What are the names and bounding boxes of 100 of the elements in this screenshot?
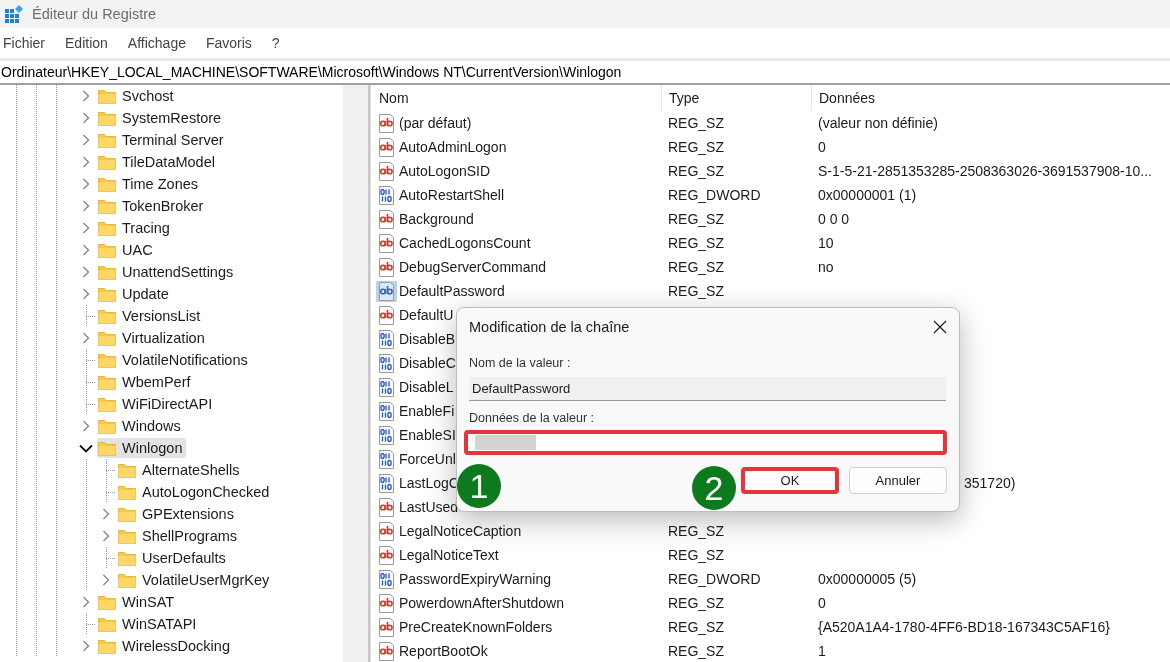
menu-item[interactable]: Edition	[65, 35, 108, 51]
chevron-right-icon[interactable]	[82, 288, 90, 300]
chevron-right-icon[interactable]	[82, 640, 90, 652]
value-name[interactable]: ReportBootOk	[399, 643, 488, 659]
value-name[interactable]: PasswordExpiryWarning	[399, 571, 551, 587]
tree-item[interactable]: ShellPrograms	[117, 526, 242, 546]
chevron-right-icon[interactable]	[82, 596, 90, 608]
tree-item[interactable]: Terminal Server	[97, 130, 228, 150]
chevron-right-icon[interactable]	[102, 574, 110, 586]
tree-item[interactable]: AutoLogonChecked	[117, 482, 274, 502]
menu-item[interactable]: ?	[271, 35, 280, 51]
scrollbar[interactable]	[343, 85, 370, 662]
tree-item[interactable]: VolatileUserMgrKey	[117, 570, 274, 590]
column-header[interactable]: Type	[661, 85, 811, 111]
value-name[interactable]: DisableC	[399, 355, 456, 371]
value-type: REG_SZ	[668, 283, 724, 299]
chevron-right-icon[interactable]	[82, 178, 90, 190]
tree-item[interactable]: UserDefaults	[117, 548, 230, 568]
value-data-field[interactable]	[464, 430, 947, 455]
tree-item[interactable]: WinSATAPI	[97, 614, 201, 634]
folder-icon	[98, 638, 116, 654]
value-name[interactable]: DisableL	[399, 379, 454, 395]
value-type: REG_SZ	[668, 211, 724, 227]
chevron-right-icon[interactable]	[82, 134, 90, 146]
tree-item[interactable]: GPExtensions	[117, 504, 238, 524]
chevron-right-icon[interactable]	[82, 90, 90, 102]
tree-item[interactable]: WirelessDocking	[97, 636, 234, 656]
value-name[interactable]: PowerdownAfterShutdown	[399, 595, 564, 611]
chevron-right-icon[interactable]	[82, 244, 90, 256]
value-name[interactable]: Background	[399, 211, 474, 227]
value-data: 10	[818, 235, 834, 251]
window-title: Éditeur du Registre	[32, 6, 157, 22]
tree-item[interactable]: Svchost	[97, 86, 178, 106]
value-name[interactable]: ForceUnl	[399, 451, 456, 467]
value-name[interactable]: PreCreateKnownFolders	[399, 619, 553, 635]
tree-item[interactable]: AlternateShells	[117, 460, 244, 480]
tree-item[interactable]: WbemPerf	[97, 372, 195, 392]
tree-item[interactable]: WiFiDirectAPI	[97, 394, 217, 414]
column-header[interactable]: Nom	[371, 85, 661, 111]
value-type: REG_DWORD	[668, 187, 761, 203]
chevron-right-icon[interactable]	[102, 508, 110, 520]
folder-icon	[98, 374, 116, 390]
tree-item[interactable]: Virtualization	[97, 328, 209, 348]
folder-icon	[98, 352, 116, 368]
value-type: REG_SZ	[668, 643, 724, 659]
close-icon[interactable]	[933, 320, 947, 334]
value-name[interactable]: DefaultU	[399, 307, 454, 323]
tree-item[interactable]: VersionsList	[97, 306, 205, 326]
value-name[interactable]: EnableSI	[399, 427, 456, 443]
tree-item[interactable]: Winlogon	[97, 438, 187, 458]
folder-icon	[98, 176, 116, 192]
value-name[interactable]: LegalNoticeText	[399, 547, 499, 563]
value-name[interactable]: DebugServerCommand	[399, 259, 547, 275]
value-name[interactable]: (par défaut)	[399, 115, 472, 131]
value-name-field[interactable]: DefaultPassword	[469, 377, 946, 401]
value-name[interactable]: CachedLogonsCount	[399, 235, 531, 251]
value-name[interactable]: EnableFi	[399, 403, 455, 419]
tree-item[interactable]: Update	[97, 284, 173, 304]
value-name[interactable]: DisableB	[399, 331, 456, 347]
value-name[interactable]: LastLogC	[399, 475, 459, 491]
menu-item[interactable]: Affichage	[127, 35, 186, 51]
value-name[interactable]: DefaultPassword	[399, 283, 505, 299]
tree-item[interactable]: UnattendSettings	[97, 262, 238, 282]
folder-icon	[98, 308, 116, 324]
value-name[interactable]: LastUsed	[399, 499, 459, 515]
dialog-title: Modification de la chaîne	[469, 319, 630, 335]
value-type: REG_SZ	[668, 595, 724, 611]
chevron-right-icon[interactable]	[82, 200, 90, 212]
tree-item[interactable]: Time Zones	[97, 174, 202, 194]
column-header[interactable]: Données	[811, 85, 1170, 111]
value-data: 0x00000005 (5)	[818, 571, 917, 587]
menu-item[interactable]: Favoris	[205, 35, 252, 51]
chevron-right-icon[interactable]	[82, 420, 90, 432]
value-name[interactable]: AutoRestartShell	[399, 187, 505, 203]
tree-item[interactable]: VolatileNotifications	[97, 350, 252, 370]
address-bar[interactable]: Ordinateur\HKEY_LOCAL_MACHINE\SOFTWARE\Microsoft\Windows NT\CurrentVersion\Winlogon	[0, 58, 1170, 83]
chevron-right-icon[interactable]	[82, 332, 90, 344]
tree-item[interactable]: TileDataModel	[97, 152, 219, 172]
tree-item[interactable]: Windows	[97, 416, 185, 436]
tree-item[interactable]: UAC	[97, 240, 157, 260]
value-data: 351720)	[964, 475, 1016, 491]
tree-item[interactable]: SystemRestore	[97, 108, 226, 128]
tree-item[interactable]: Tracing	[97, 218, 174, 238]
chevron-right-icon[interactable]	[102, 530, 110, 542]
chevron-right-icon[interactable]	[82, 112, 90, 124]
value-name[interactable]: LegalNoticeCaption	[399, 523, 522, 539]
tree-item[interactable]: TokenBroker	[97, 196, 208, 216]
value-name[interactable]: AutoLogonSID	[399, 163, 491, 179]
chevron-down-icon[interactable]	[79, 443, 93, 453]
cancel-button[interactable]: Annuler	[849, 467, 947, 494]
ok-button[interactable]: OK	[741, 467, 839, 494]
value-name[interactable]: AutoAdminLogon	[399, 139, 507, 155]
chevron-right-icon[interactable]	[82, 156, 90, 168]
folder-icon	[98, 440, 116, 456]
chevron-right-icon[interactable]	[82, 266, 90, 278]
folder-icon	[98, 330, 116, 346]
chevron-right-icon[interactable]	[82, 222, 90, 234]
tree-item[interactable]: WinSAT	[97, 592, 179, 612]
value-type: REG_SZ	[668, 523, 724, 539]
menu-item[interactable]: Fichier	[3, 35, 45, 51]
